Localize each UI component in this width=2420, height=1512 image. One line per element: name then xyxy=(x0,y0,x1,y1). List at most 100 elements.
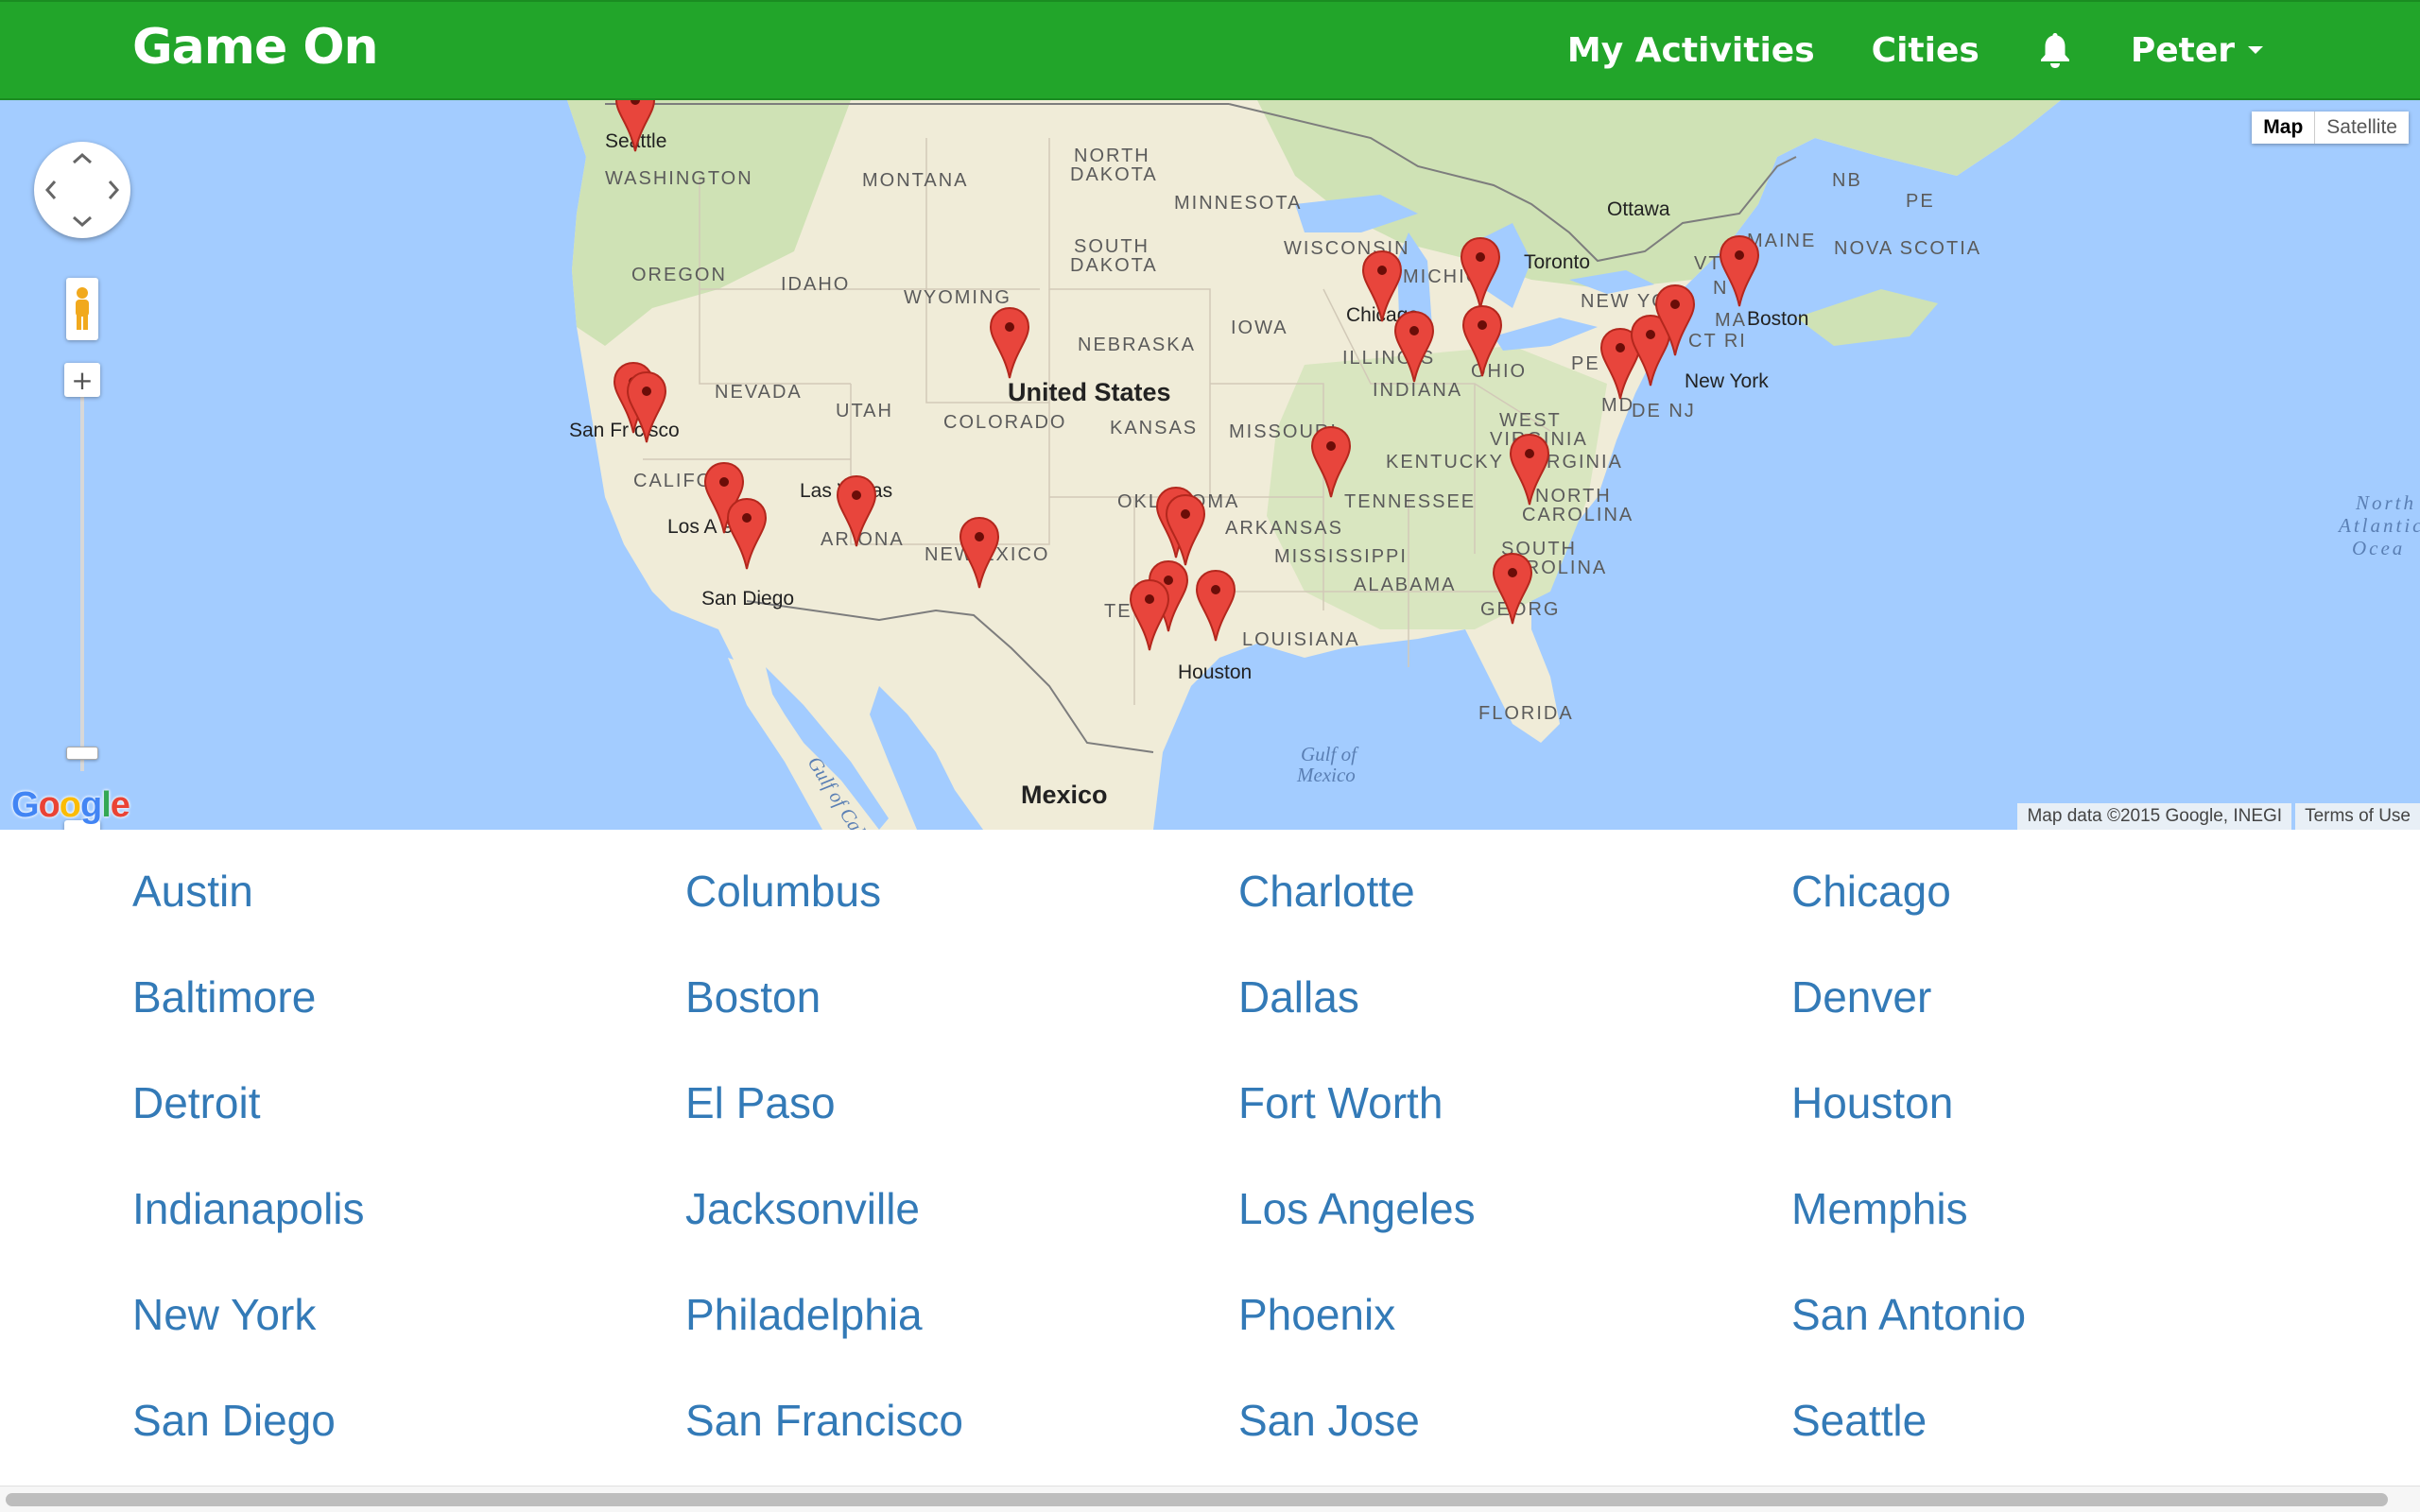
city-link[interactable]: Austin xyxy=(132,866,253,917)
zoom-slider-handle[interactable] xyxy=(66,747,98,760)
google-logo[interactable]: Google xyxy=(11,785,130,826)
label-tennessee: TENNESSEE xyxy=(1344,491,1477,512)
brand-logo[interactable]: Game On xyxy=(132,19,379,76)
label-virginia: RGINIA xyxy=(1547,452,1623,472)
label-nb: NB xyxy=(1832,170,1862,191)
map-pin-icon[interactable] xyxy=(726,497,768,571)
city-link[interactable]: San Jose xyxy=(1238,1395,1420,1446)
map-pin-icon[interactable] xyxy=(1461,304,1503,378)
label-nevada: NEVADA xyxy=(715,382,803,403)
label-colorado: COLORADO xyxy=(943,412,1067,433)
nav-my-activities[interactable]: My Activities xyxy=(1567,31,1815,70)
horizontal-scrollbar[interactable] xyxy=(0,1486,2420,1512)
label-gulf-of-mexico-2: Mexico xyxy=(1297,764,1356,786)
city-link[interactable]: Philadelphia xyxy=(685,1289,923,1340)
label-minnesota: MINNESOTA xyxy=(1174,193,1303,214)
map-pin-icon[interactable] xyxy=(989,306,1030,380)
scrollbar-thumb[interactable] xyxy=(6,1493,2388,1506)
label-utah: UTAH xyxy=(836,401,893,421)
label-oregon: OREGON xyxy=(631,265,727,285)
pan-control[interactable] xyxy=(34,142,130,238)
city-link[interactable]: San Antonio xyxy=(1791,1289,2026,1340)
city-link[interactable]: San Francisco xyxy=(685,1395,963,1446)
map-view[interactable]: WASHINGTON MONTANA NORTH DAKOTA MINNESOT… xyxy=(0,100,2420,830)
city-link[interactable]: Denver xyxy=(1791,971,1931,1022)
city-label-ottawa: Ottawa xyxy=(1607,198,1670,220)
label-mississippi: MISSISSIPPI xyxy=(1274,546,1408,567)
label-south-dakota-2: DAKOTA xyxy=(1070,255,1158,276)
city-link[interactable]: Los Angeles xyxy=(1238,1183,1476,1234)
city-link[interactable]: Fort Worth xyxy=(1238,1077,1443,1128)
label-idaho: IDAHO xyxy=(781,274,851,295)
map-type-map[interactable]: Map xyxy=(2252,112,2316,144)
label-ma: MA xyxy=(1715,310,1747,331)
label-nebraska: NEBRASKA xyxy=(1078,335,1196,355)
nav-cities[interactable]: Cities xyxy=(1872,31,1979,70)
label-mexico: Mexico xyxy=(1021,781,1108,809)
map-data-credit: Map data ©2015 Google, INEGI xyxy=(2017,803,2292,830)
map-pin-icon[interactable] xyxy=(1654,284,1696,357)
zoom-in-button[interactable]: + xyxy=(64,363,100,397)
pegman-icon xyxy=(76,287,89,330)
bell-icon xyxy=(2040,33,2069,68)
city-label-san-diego: San Diego xyxy=(701,588,795,610)
map-pin-icon[interactable] xyxy=(614,100,656,153)
city-link[interactable]: Dallas xyxy=(1238,971,1359,1022)
user-menu[interactable]: Peter xyxy=(2131,31,2263,70)
label-montana: MONTANA xyxy=(862,170,969,191)
map-pin-icon[interactable] xyxy=(626,370,667,444)
city-link[interactable]: Columbus xyxy=(685,866,881,917)
city-link[interactable]: San Diego xyxy=(132,1395,336,1446)
city-label-boston: Boston xyxy=(1747,308,1809,330)
label-atlantic-2: Atlantic xyxy=(2339,514,2420,537)
label-north-dakota-2: DAKOTA xyxy=(1070,164,1158,185)
street-view-pegman[interactable] xyxy=(66,278,98,340)
map-type-satellite[interactable]: Satellite xyxy=(2315,112,2409,144)
map-pin-icon[interactable] xyxy=(1310,425,1352,499)
terms-of-use-link[interactable]: Terms of Use xyxy=(2295,803,2420,830)
city-link[interactable]: Jacksonville xyxy=(685,1183,920,1234)
label-kentucky: KENTUCKY xyxy=(1386,452,1504,472)
map-pin-icon[interactable] xyxy=(1719,234,1760,308)
label-california: CALIFO xyxy=(633,471,714,491)
notifications-button[interactable] xyxy=(2036,29,2074,71)
city-link[interactable]: Baltimore xyxy=(132,971,316,1022)
city-list: Austin Columbus Charlotte Chicago Baltimore B… xyxy=(0,830,2420,1482)
label-louisiana: LOUISIANA xyxy=(1242,629,1360,650)
label-alabama: ALABAMA xyxy=(1354,575,1457,595)
caret-down-icon xyxy=(2248,46,2263,54)
map-attribution: Map data ©2015 Google, INEGI Terms of Us… xyxy=(2014,803,2420,830)
map-pin-icon[interactable] xyxy=(1509,433,1550,507)
top-navbar: Game On My Activities Cities Peter xyxy=(0,0,2420,100)
label-de-nj: DE NJ xyxy=(1632,401,1696,421)
map-pin-icon[interactable] xyxy=(1460,236,1501,310)
city-label-houston: Houston xyxy=(1178,662,1253,683)
city-link[interactable]: El Paso xyxy=(685,1077,836,1128)
city-link[interactable]: Phoenix xyxy=(1238,1289,1395,1340)
city-label-toronto: Toronto xyxy=(1524,251,1591,273)
map-pin-icon[interactable] xyxy=(1195,569,1236,643)
label-north-carolina-2: CAROLINA xyxy=(1522,505,1634,525)
label-atlantic-3: Ocea xyxy=(2352,537,2406,559)
city-link[interactable]: New York xyxy=(132,1289,316,1340)
city-link[interactable]: Detroit xyxy=(132,1077,260,1128)
city-link[interactable]: Chicago xyxy=(1791,866,1951,917)
map-pin-icon[interactable] xyxy=(1393,310,1435,384)
nav-right: My Activities Cities Peter xyxy=(1511,2,2263,98)
pan-arrows-icon xyxy=(44,152,120,228)
city-link[interactable]: Houston xyxy=(1791,1077,1953,1128)
label-nova-scotia: NOVA SCOTIA xyxy=(1834,238,1982,259)
city-link[interactable]: Memphis xyxy=(1791,1183,1968,1234)
map-pin-icon[interactable] xyxy=(1129,578,1170,652)
label-iowa: IOWA xyxy=(1231,318,1288,338)
map-pin-icon[interactable] xyxy=(1492,552,1533,626)
city-label-new-york: New York xyxy=(1685,370,1769,392)
city-link[interactable]: Boston xyxy=(685,971,821,1022)
city-link[interactable]: Seattle xyxy=(1791,1395,1927,1446)
map-pin-icon[interactable] xyxy=(836,474,877,548)
map-pin-icon[interactable] xyxy=(959,516,1000,590)
map-pin-icon[interactable] xyxy=(1165,493,1206,567)
city-link[interactable]: Charlotte xyxy=(1238,866,1415,917)
city-link[interactable]: Indianapolis xyxy=(132,1183,365,1234)
zoom-track[interactable] xyxy=(80,374,84,771)
